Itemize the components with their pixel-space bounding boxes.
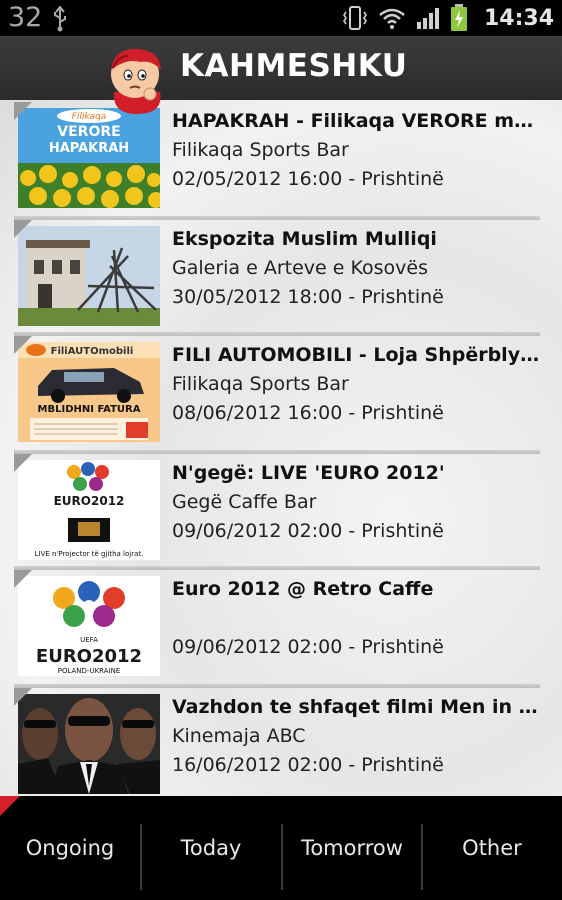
tab-today[interactable]: Today — [141, 796, 281, 900]
list-item[interactable]: Vazhdon te shfaqet filmi Men in Bl... Ki… — [14, 688, 542, 796]
svg-text:UEFA: UEFA — [80, 636, 98, 644]
event-thumbnail — [18, 694, 160, 794]
svg-text:Filikaqa: Filikaqa — [72, 112, 107, 122]
clock: 14:34 — [483, 5, 554, 31]
list-item[interactable]: Ekspozita Muslim Mulliqi Galeria e Artev… — [14, 220, 540, 332]
event-thumbnail — [18, 226, 160, 326]
svg-text:EURO2012: EURO2012 — [36, 646, 142, 667]
event-venue: Kinemaja ABC — [172, 725, 306, 747]
event-datetime: 09/06/2012 02:00 - Prishtinë — [172, 636, 444, 658]
event-title: Euro 2012 @ Retro Caffe — [172, 578, 434, 600]
svg-text:VERORE: VERORE — [57, 124, 120, 140]
event-datetime: 16/06/2012 02:00 - Prishtinë — [172, 754, 444, 776]
bottom-tab-bar: Ongoing Today Tomorrow Other — [0, 796, 562, 900]
corner-tag — [14, 220, 32, 238]
list-item[interactable]: Filikaqa VERORE HAPAKRAH HAPAKRAH - Fili… — [14, 102, 542, 214]
svg-text:MBLIDHNI FATURA: MBLIDHNI FATURA — [38, 404, 141, 415]
usb-icon — [54, 6, 66, 32]
mascot-logo — [111, 48, 161, 114]
event-venue: Gegë Caffe Bar — [172, 491, 317, 513]
corner-tag — [14, 454, 32, 472]
event-title: N'gegë: LIVE 'EURO 2012' — [172, 462, 445, 484]
event-datetime: 02/05/2012 16:00 - Prishtinë — [172, 168, 444, 190]
event-venue: Filikaqa Sports Bar — [172, 139, 349, 161]
status-bar: 32 14:34 — [0, 0, 562, 36]
corner-tag — [14, 570, 32, 588]
svg-text:EURO2012: EURO2012 — [54, 494, 125, 508]
event-venue: Filikaqa Sports Bar — [172, 373, 349, 395]
tab-label: Ongoing — [25, 836, 115, 860]
wifi-icon — [379, 8, 405, 29]
svg-text:FiliAUTOmobili: FiliAUTOmobili — [51, 346, 134, 357]
corner-tag — [14, 688, 32, 706]
event-title: Ekspozita Muslim Mulliqi — [172, 228, 437, 250]
event-title: FILI AUTOMOBILI - Loja Shpërblyese — [172, 344, 542, 366]
corner-tag — [14, 336, 32, 354]
event-title: HAPAKRAH - Filikaqa VERORE me t... — [172, 110, 542, 132]
svg-text:LIVE n'Projector të gjitha loj: LIVE n'Projector të gjitha lojrat. — [35, 550, 144, 558]
signal-icon — [416, 8, 439, 29]
event-thumbnail: EURO2012 LIVE n'Projector të gjitha lojr… — [18, 460, 160, 560]
battery-charging-icon — [450, 4, 467, 31]
event-thumbnail: UEFA EURO2012 POLAND-UKRAINE — [18, 576, 160, 676]
tab-ongoing[interactable]: Ongoing — [0, 796, 140, 900]
tab-other[interactable]: Other — [422, 796, 562, 900]
list-item[interactable]: FiliAUTOmobili MBLIDHNI FATURA FILI AUTO… — [14, 336, 542, 448]
event-venue: Galeria e Arteve e Kosovës — [172, 257, 428, 279]
svg-text:HAPAKRAH: HAPAKRAH — [49, 141, 129, 156]
list-item[interactable]: UEFA EURO2012 POLAND-UKRAINE Euro 2012 @… — [14, 570, 540, 682]
corner-tag — [14, 102, 32, 120]
event-title: Vazhdon te shfaqet filmi Men in Bl... — [172, 696, 542, 718]
tab-label: Tomorrow — [301, 836, 403, 860]
svg-text:POLAND-UKRAINE: POLAND-UKRAINE — [58, 667, 121, 675]
list-item[interactable]: EURO2012 LIVE n'Projector të gjitha lojr… — [14, 454, 540, 566]
vibrate-icon — [343, 6, 367, 30]
tab-label: Other — [462, 836, 522, 860]
tab-tomorrow[interactable]: Tomorrow — [282, 796, 422, 900]
event-datetime: 08/06/2012 16:00 - Prishtinë — [172, 402, 444, 424]
event-thumbnail: Filikaqa VERORE HAPAKRAH — [18, 108, 160, 208]
event-list[interactable]: Filikaqa VERORE HAPAKRAH HAPAKRAH - Fili… — [0, 100, 562, 796]
notification-count: 32 — [8, 2, 43, 33]
app-title: KAHMESHKU — [180, 48, 408, 84]
tab-label: Today — [180, 836, 242, 860]
event-datetime: 30/05/2012 18:00 - Prishtinë — [172, 286, 444, 308]
event-venue — [172, 604, 542, 633]
event-datetime: 09/06/2012 02:00 - Prishtinë — [172, 520, 444, 542]
event-thumbnail: FiliAUTOmobili MBLIDHNI FATURA — [18, 342, 160, 442]
